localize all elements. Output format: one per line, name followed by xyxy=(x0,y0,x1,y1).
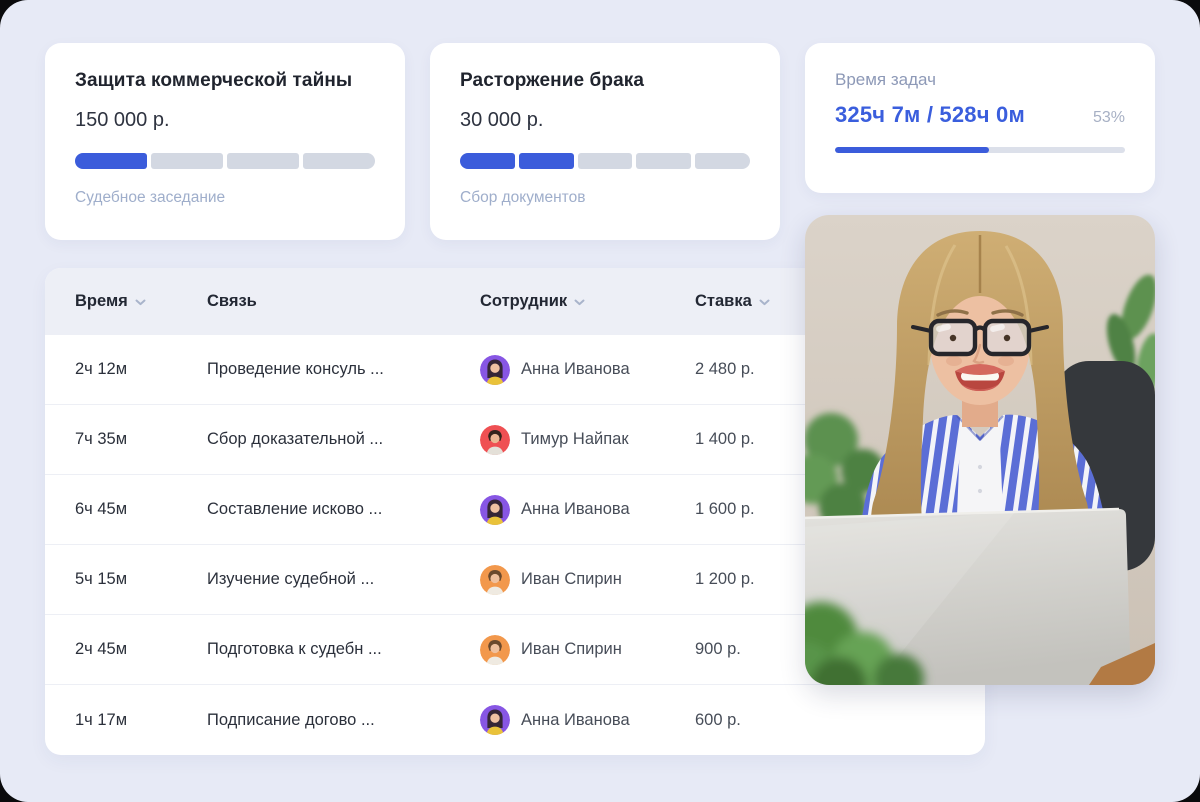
task-time-label: Время задач xyxy=(835,70,1125,90)
progress-segment xyxy=(460,153,515,169)
progress-segment xyxy=(303,153,375,169)
cell-task: Подписание догово ... xyxy=(207,711,480,730)
table-row[interactable]: 1ч 17м Подписание догово ... Анна Иванов… xyxy=(45,685,985,755)
task-time-progress-bar xyxy=(835,147,1125,153)
task-time-value: 325ч 7м / 528ч 0м xyxy=(835,102,1025,128)
case-progress-bar xyxy=(460,153,750,169)
cell-time: 6ч 45м xyxy=(75,500,207,519)
task-time-percent: 53% xyxy=(1093,109,1125,127)
cell-task: Подготовка к судебн ... xyxy=(207,640,480,659)
case-progress-bar xyxy=(75,153,375,169)
case-title: Расторжение брака xyxy=(460,70,750,92)
avatar xyxy=(480,495,510,525)
avatar xyxy=(480,565,510,595)
employee-name: Анна Иванова xyxy=(521,500,630,519)
case-amount: 30 000 р. xyxy=(460,109,750,132)
cell-task: Сбор доказательной ... xyxy=(207,430,480,449)
progress-segment xyxy=(636,153,691,169)
case-card-commercial-secret: Защита коммерческой тайны 150 000 р. Суд… xyxy=(45,43,405,240)
cell-employee: Иван Спирин xyxy=(480,635,695,665)
woman-in-glasses-at-laptop-photo xyxy=(805,215,1155,685)
cell-task: Проведение консуль ... xyxy=(207,360,480,379)
employee-name: Анна Иванова xyxy=(521,360,630,379)
case-amount: 150 000 р. xyxy=(75,109,375,132)
cell-time: 2ч 45м xyxy=(75,640,207,659)
app-canvas: Защита коммерческой тайны 150 000 р. Суд… xyxy=(0,0,1200,802)
progress-segment xyxy=(227,153,299,169)
progress-segment xyxy=(75,153,147,169)
avatar xyxy=(480,425,510,455)
cell-time: 1ч 17м xyxy=(75,711,207,730)
chevron-down-icon xyxy=(759,299,770,306)
cell-employee: Тимур Найпак xyxy=(480,425,695,455)
cell-time: 2ч 12м xyxy=(75,360,207,379)
column-header-time[interactable]: Время xyxy=(75,292,207,311)
cell-employee: Анна Иванова xyxy=(480,705,695,735)
cell-employee: Иван Спирин xyxy=(480,565,695,595)
stage-link[interactable]: Судебное заседание xyxy=(75,189,225,207)
cell-task: Изучение судебной ... xyxy=(207,570,480,589)
case-card-divorce: Расторжение брака 30 000 р. Сбор докумен… xyxy=(430,43,780,240)
progress-segment xyxy=(151,153,223,169)
column-label: Время xyxy=(75,292,128,311)
cell-time: 5ч 15м xyxy=(75,570,207,589)
employee-name: Иван Спирин xyxy=(521,570,622,589)
employee-name: Анна Иванова xyxy=(521,711,630,730)
avatar xyxy=(480,635,510,665)
column-label: Сотрудник xyxy=(480,292,567,311)
cell-task: Составление исково ... xyxy=(207,500,480,519)
avatar xyxy=(480,705,510,735)
progress-segment xyxy=(578,153,633,169)
column-label: Ставка xyxy=(695,292,752,311)
cell-time: 7ч 35м xyxy=(75,430,207,449)
progress-segment xyxy=(519,153,574,169)
progress-segment xyxy=(695,153,750,169)
employee-name: Тимур Найпак xyxy=(521,430,629,449)
avatar xyxy=(480,355,510,385)
case-title: Защита коммерческой тайны xyxy=(75,70,375,92)
chevron-down-icon xyxy=(574,299,585,306)
cell-employee: Анна Иванова xyxy=(480,355,695,385)
chevron-down-icon xyxy=(135,299,146,306)
column-header-link: Связь xyxy=(207,292,480,311)
cell-rate: 600 р. xyxy=(695,711,955,730)
stage-link[interactable]: Сбор документов xyxy=(460,189,585,207)
cell-employee: Анна Иванова xyxy=(480,495,695,525)
task-time-progress-fill xyxy=(835,147,989,153)
column-header-employee[interactable]: Сотрудник xyxy=(480,292,695,311)
employee-name: Иван Спирин xyxy=(521,640,622,659)
task-time-card: Время задач 325ч 7м / 528ч 0м 53% xyxy=(805,43,1155,193)
column-label: Связь xyxy=(207,292,257,311)
